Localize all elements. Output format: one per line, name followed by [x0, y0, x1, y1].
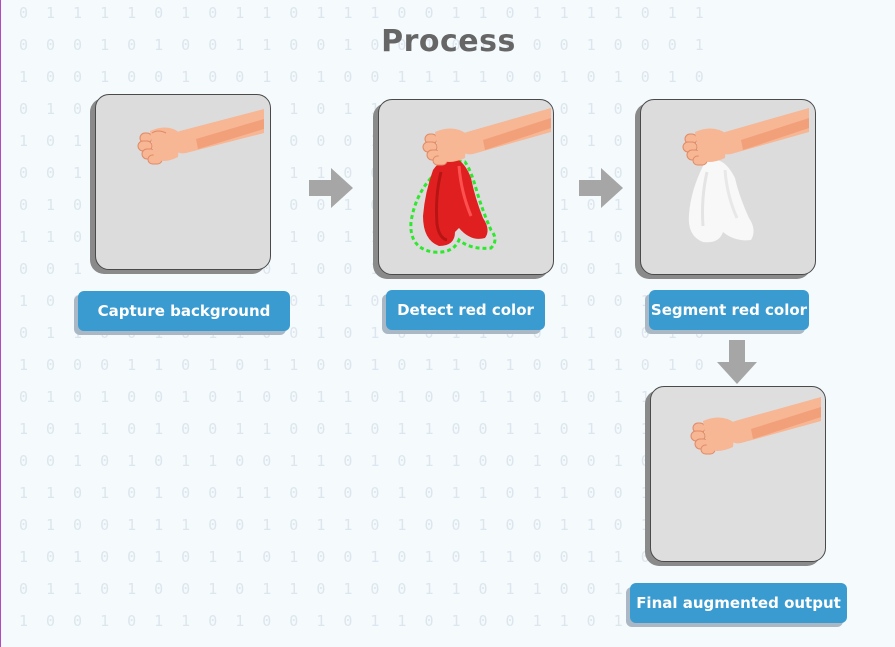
hand-icon	[422, 108, 551, 166]
step-label-detect-red-color: Detect red color	[386, 290, 545, 330]
step-label-final-augmented-output: Final augmented output	[630, 583, 847, 623]
binary-row: 00101011001101011001001011	[19, 452, 722, 470]
segment-illustration	[682, 108, 809, 243]
binary-row: 11010100110100101101100101	[19, 484, 722, 502]
binary-row: 10110100110010110011010110	[19, 420, 722, 438]
binary-row: 10010010010100111100101010	[19, 68, 722, 86]
binary-row: 01101001011010011011001101	[19, 580, 722, 598]
white-cloth-icon	[688, 160, 754, 243]
binary-row: 10100101101001010110011001	[19, 548, 722, 566]
hand-icon	[137, 109, 264, 165]
step-final-output-image	[650, 386, 826, 562]
diagram-title: Process	[381, 24, 516, 59]
step-segment-red-color-image	[640, 99, 816, 275]
hand-icon	[682, 108, 809, 166]
right-arrow-icon	[309, 168, 353, 208]
binary-row: 01111010110111001101111011	[19, 4, 722, 22]
binary-row: 10001101011001011010011010	[19, 356, 722, 374]
binary-row: 01001110010110100100110110	[19, 516, 722, 534]
red-cloth-icon	[423, 158, 488, 246]
step-label-capture-background: Capture background	[78, 291, 290, 331]
step-capture-background-image	[95, 94, 271, 270]
step-label-segment-red-color: Segment red color	[649, 290, 809, 330]
detect-red-illustration	[409, 108, 551, 254]
right-arrow-icon	[579, 168, 623, 208]
binary-row: 10010110100101101001101010	[19, 612, 722, 630]
hand-icon	[690, 397, 821, 455]
step-detect-red-color-image	[378, 99, 554, 275]
down-arrow-icon	[717, 340, 757, 384]
binary-row: 01010010100110100110101101	[19, 388, 722, 406]
